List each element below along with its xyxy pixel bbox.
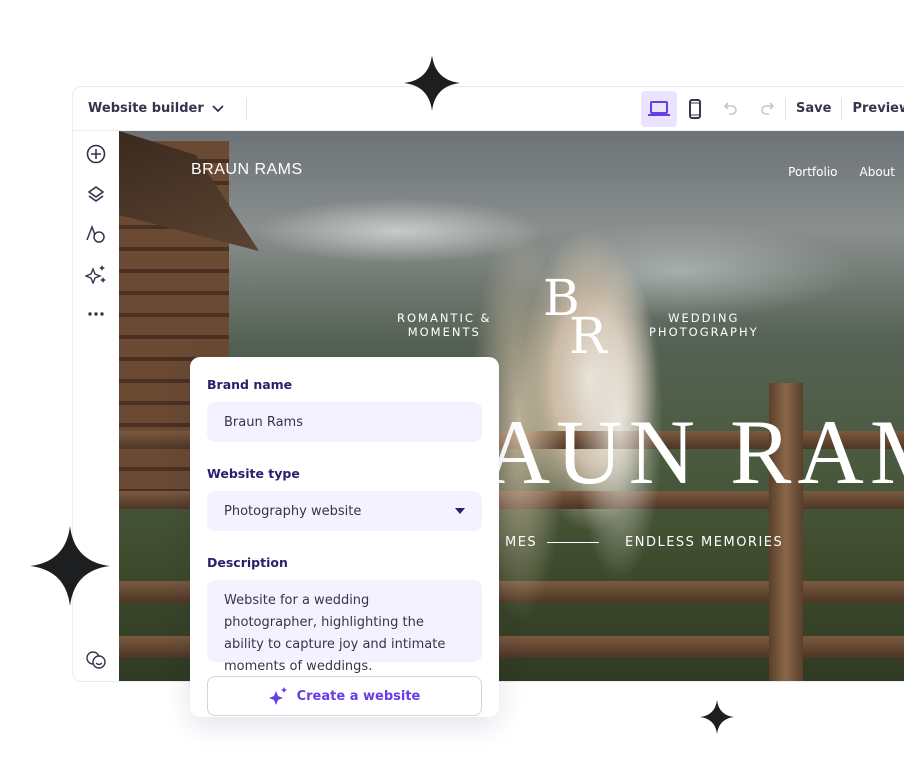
- caption-left: ROMANTIC & MOMENTS: [397, 311, 492, 339]
- ai-sparkle-icon: [268, 687, 287, 705]
- description-value: Website for a wedding photographer, high…: [224, 593, 446, 674]
- caption-right: WEDDING PHOTOGRAPHY: [649, 311, 759, 339]
- sparkle-decoration-icon: [30, 526, 110, 606]
- builder-title: Website builder: [88, 101, 204, 116]
- create-website-label: Create a website: [296, 688, 421, 704]
- preview-button[interactable]: Preview: [842, 101, 904, 116]
- desktop-view-button[interactable]: [641, 90, 678, 127]
- ai-builder-form: Brand name Braun Rams Website type Photo…: [190, 357, 499, 717]
- divider: [245, 97, 247, 120]
- mobile-view-button[interactable]: [677, 91, 713, 127]
- more-button[interactable]: [84, 303, 108, 325]
- website-type-select[interactable]: Photography website: [207, 491, 482, 531]
- tagline-left: MES: [505, 535, 538, 550]
- nav-portfolio[interactable]: Portfolio: [788, 165, 837, 179]
- add-icon: [86, 144, 106, 164]
- mobile-icon: [689, 98, 702, 119]
- support-icon: [86, 651, 106, 669]
- monogram: BR: [543, 273, 607, 365]
- monogram-r: R: [569, 307, 607, 365]
- create-website-button[interactable]: Create a website: [207, 676, 482, 716]
- brand-name-input[interactable]: Braun Rams: [207, 402, 482, 442]
- ai-sparkle-icon: [85, 265, 106, 284]
- layers-icon: [87, 186, 105, 202]
- tagline-divider: [547, 542, 599, 543]
- undo-button[interactable]: [713, 91, 749, 127]
- nav-about[interactable]: About: [860, 165, 895, 179]
- toolbar: Website builder Save Preview: [73, 87, 904, 131]
- add-element-button[interactable]: [84, 143, 108, 165]
- description-label: Description: [207, 555, 288, 570]
- tagline-right: ENDLESS MEMORIES: [625, 535, 784, 550]
- website-type-value: Photography website: [224, 503, 362, 519]
- more-icon: [88, 312, 104, 316]
- chevron-down-icon: [212, 104, 224, 112]
- sparkle-decoration-icon: [404, 55, 460, 111]
- save-button[interactable]: Save: [786, 101, 841, 116]
- support-button[interactable]: [84, 649, 108, 671]
- redo-icon: [761, 101, 775, 115]
- ai-tools-button[interactable]: [84, 263, 108, 285]
- website-type-label: Website type: [207, 466, 300, 481]
- brand-name-value: Braun Rams: [224, 414, 303, 430]
- description-textarea[interactable]: Website for a wedding photographer, high…: [207, 580, 482, 674]
- builder-menu[interactable]: Website builder: [88, 101, 224, 116]
- site-logo[interactable]: BRAUN RAMS: [191, 161, 303, 179]
- site-nav: Portfolio About: [788, 165, 895, 179]
- laptop-icon: [648, 100, 671, 116]
- typography-palette-icon: [86, 225, 105, 243]
- redo-button[interactable]: [749, 91, 785, 127]
- layers-button[interactable]: [84, 183, 108, 205]
- styles-button[interactable]: [84, 223, 108, 245]
- sparkle-decoration-icon: [700, 700, 734, 734]
- caret-down-icon: [455, 508, 465, 514]
- undo-icon: [723, 101, 737, 115]
- brand-name-label: Brand name: [207, 377, 293, 392]
